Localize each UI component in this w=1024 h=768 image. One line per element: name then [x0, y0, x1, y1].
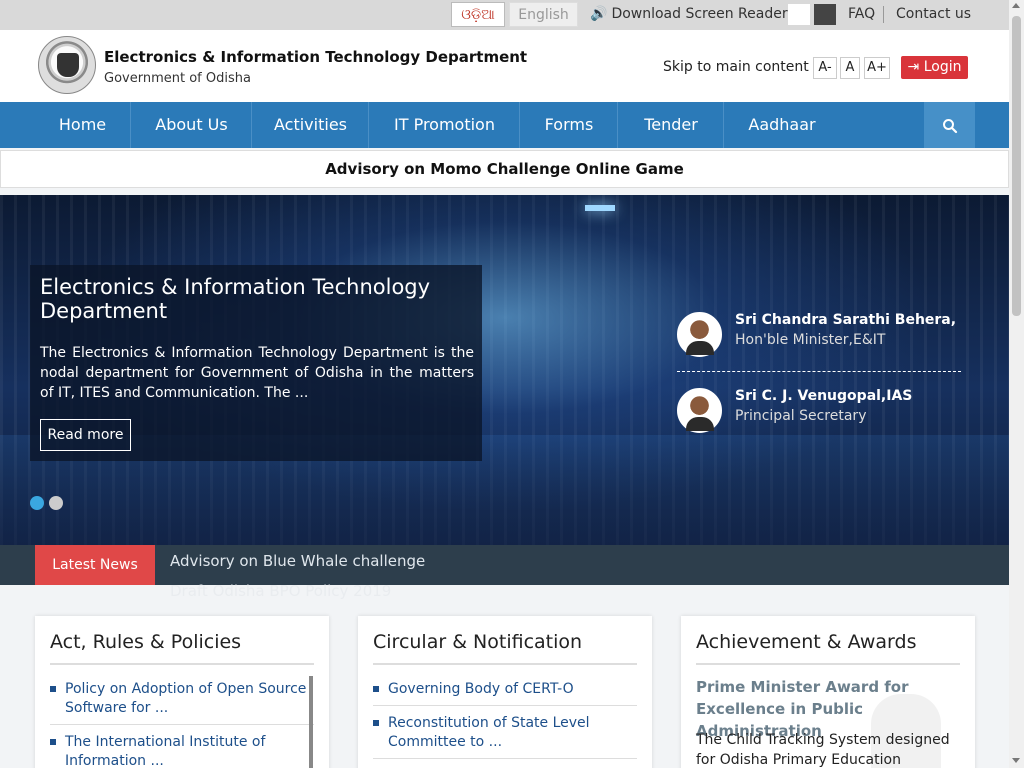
minister-role: Hon'ble Minister,E&IT — [735, 332, 886, 348]
list-item[interactable]: Policy on Adoption of Open Source Softwa… — [50, 680, 314, 725]
card-scrollbar[interactable] — [309, 676, 313, 768]
secretary-name: Sri C. J. Venugopal,IAS — [735, 388, 913, 404]
skip-to-main-content-link[interactable]: Skip to main content — [663, 59, 809, 75]
minister-name: Sri Chandra Sarathi Behera, — [735, 312, 957, 328]
language-english-button[interactable]: English — [509, 2, 578, 27]
award-description: The Child Tracking System designed for O… — [696, 732, 950, 768]
list-item[interactable]: Governing Body of CERT-O — [373, 680, 637, 706]
circular-notification-card: Circular & Notification Governing Body o… — [358, 616, 652, 768]
topbar-divider — [883, 6, 884, 23]
profile-divider — [677, 371, 961, 372]
sign-in-icon: ⇥ — [907, 59, 920, 75]
secretary-avatar — [677, 388, 722, 433]
latest-news-label: Latest News — [35, 545, 155, 585]
scroll-up-arrow-icon[interactable] — [1012, 3, 1020, 8]
card-title: Achievement & Awards — [696, 631, 960, 665]
hero-title: Electronics & Information Technology Dep… — [40, 275, 431, 323]
ceiling-light — [585, 205, 615, 211]
scrollbar-thumb[interactable] — [1012, 16, 1021, 316]
contact-us-link[interactable]: Contact us — [896, 6, 971, 22]
hero-carousel: Electronics & Information Technology Dep… — [0, 195, 1009, 545]
odisha-emblem-logo[interactable] — [38, 36, 96, 94]
nav-item-forms[interactable]: Forms — [521, 102, 618, 148]
list-item[interactable]: The International Institute of Informati… — [50, 733, 314, 768]
nav-item-aadhaar[interactable]: Aadhaar — [725, 102, 839, 148]
carousel-dot-1-active[interactable] — [30, 496, 44, 510]
card-title: Circular & Notification — [373, 631, 637, 665]
nav-item-home[interactable]: Home — [35, 102, 131, 148]
hero-caption-box: Electronics & Information Technology Dep… — [30, 265, 482, 461]
acts-rules-policies-card: Act, Rules & Policies Policy on Adoption… — [35, 616, 329, 768]
department-subtitle: Government of Odisha — [104, 71, 251, 86]
carousel-dot-2[interactable] — [49, 496, 63, 510]
nav-item-it-promotion[interactable]: IT Promotion — [370, 102, 520, 148]
font-increase-button[interactable]: A+ — [864, 57, 890, 79]
advisory-banner[interactable]: Advisory on Momo Challenge Online Game — [0, 150, 1009, 188]
login-label: Login — [923, 59, 962, 75]
minister-avatar — [677, 312, 722, 357]
font-normal-button[interactable]: A — [840, 57, 860, 79]
read-more-button[interactable]: Read more — [40, 419, 131, 451]
circulars-list: Governing Body of CERT-O Reconstitution … — [373, 680, 637, 767]
search-icon — [942, 118, 957, 133]
top-utility-bar: ଓଡ଼ିଆ English 🔊 Download Screen Reader F… — [0, 0, 1009, 30]
news-item[interactable]: Draft Odisha BPO Policy 2019 — [170, 582, 391, 600]
scroll-down-arrow-icon[interactable] — [1012, 758, 1020, 763]
search-button[interactable] — [924, 102, 975, 148]
site-header: Electronics & Information Technology Dep… — [0, 30, 1009, 102]
secretary-role: Principal Secretary — [735, 408, 867, 424]
department-title[interactable]: Electronics & Information Technology Dep… — [104, 48, 527, 66]
language-odia-button[interactable]: ଓଡ଼ିଆ — [451, 2, 505, 27]
nav-item-tender[interactable]: Tender — [619, 102, 724, 148]
screen-reader-label: Download Screen Reader — [611, 6, 788, 22]
card-title: Act, Rules & Policies — [50, 631, 314, 665]
font-decrease-button[interactable]: A- — [813, 57, 837, 79]
login-button[interactable]: ⇥ Login — [901, 56, 968, 79]
nav-item-about-us[interactable]: About Us — [132, 102, 252, 148]
acts-list: Policy on Adoption of Open Source Softwa… — [50, 680, 314, 768]
faq-link[interactable]: FAQ — [848, 6, 875, 22]
theme-dark-swatch[interactable] — [814, 4, 836, 25]
hero-description: The Electronics & Information Technology… — [40, 345, 474, 401]
page-scrollbar[interactable] — [1009, 0, 1024, 768]
main-navigation: Home About Us Activities IT Promotion Fo… — [0, 102, 1009, 148]
list-item[interactable]: Reconstitution of State Level Committee … — [373, 714, 637, 759]
theme-light-swatch[interactable] — [788, 4, 810, 25]
download-screen-reader-link[interactable]: 🔊 Download Screen Reader — [590, 6, 788, 22]
achievement-awards-card: Achievement & Awards Prime Minister Awar… — [681, 616, 975, 768]
nav-item-activities[interactable]: Activities — [253, 102, 369, 148]
speaker-icon: 🔊 — [590, 6, 608, 22]
news-item[interactable]: Advisory on Blue Whale challenge — [170, 552, 425, 570]
latest-news-ticker: Latest News Advisory on Blue Whale chall… — [0, 545, 1009, 585]
